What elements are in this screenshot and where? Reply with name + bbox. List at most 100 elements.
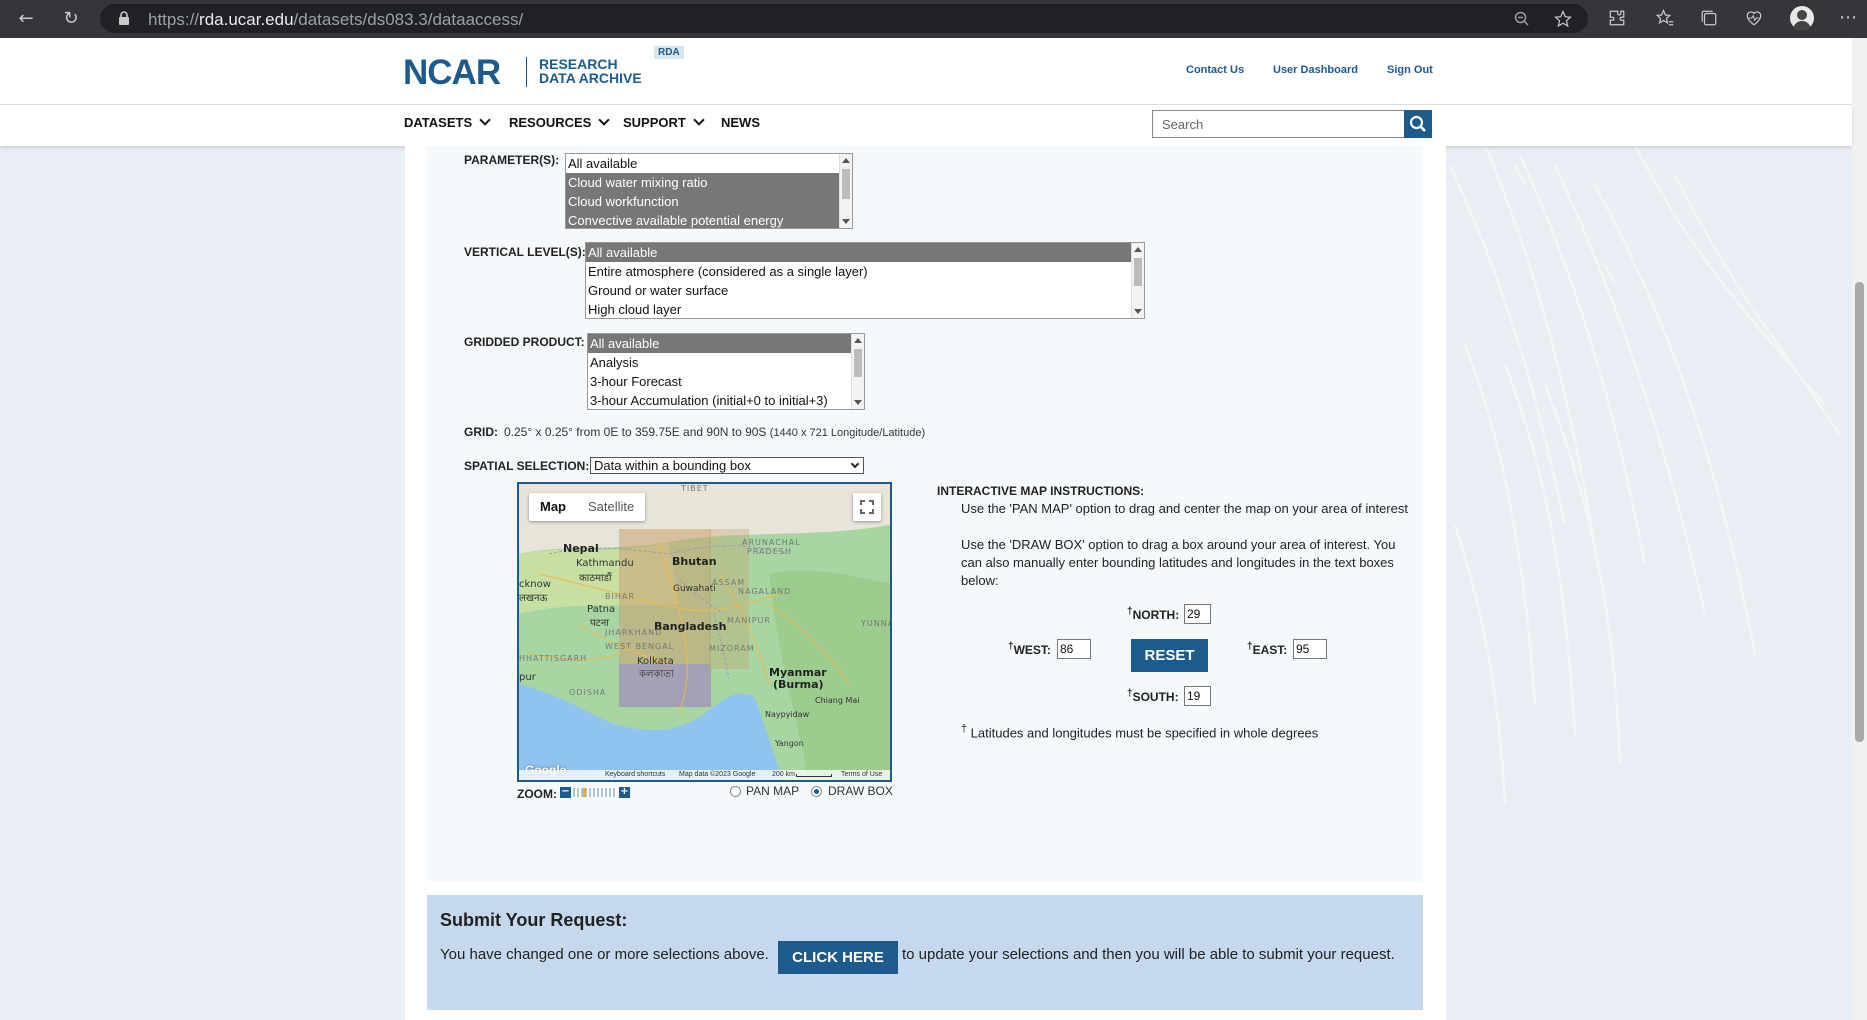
vertical-levels-listbox[interactable]: All available Entire atmosphere (conside…: [585, 242, 1145, 319]
zoom-out-icon[interactable]: [1514, 11, 1530, 27]
listbox-scrollbar[interactable]: [851, 334, 864, 409]
zoom-out-button[interactable]: −: [560, 787, 571, 798]
zoom-control[interactable]: − +: [560, 787, 630, 798]
parameter-option[interactable]: Convective available potential energy: [566, 211, 852, 228]
north-label-text: NORTH:: [1132, 608, 1180, 622]
back-icon[interactable]: ←: [14, 7, 38, 31]
grid-label: GRID:: [464, 425, 498, 439]
gridded-product-listbox[interactable]: All available Analysis 3-hour Forecast 3…: [587, 333, 865, 410]
map-data-attribution: Map data ©2023 Google: [679, 771, 756, 778]
listbox-scroll-thumb[interactable]: [842, 169, 850, 199]
draw-box-radio[interactable]: [811, 786, 822, 797]
pan-instructions: Use the 'PAN MAP' option to drag and cen…: [961, 501, 1408, 516]
parameter-option[interactable]: All available: [566, 154, 852, 173]
search-button[interactable]: [1404, 110, 1432, 138]
vertical-level-option[interactable]: Entire atmosphere (considered as a singl…: [586, 262, 1144, 281]
ncar-logo[interactable]: NCAR: [403, 53, 501, 93]
extensions-icon[interactable]: [1608, 9, 1626, 27]
south-input[interactable]: 19: [1184, 686, 1211, 706]
satellite-tab[interactable]: Satellite: [577, 493, 645, 521]
listbox-scroll-thumb[interactable]: [1134, 258, 1142, 286]
page-scrollbar[interactable]: [1852, 38, 1867, 1020]
west-input[interactable]: 86: [1057, 639, 1091, 659]
more-menu-icon[interactable]: ⋯: [1836, 6, 1860, 30]
spatial-selection-select[interactable]: Data within a bounding box: [590, 457, 864, 474]
reset-button[interactable]: RESET: [1131, 639, 1208, 672]
east-input[interactable]: 95: [1293, 639, 1327, 659]
vertical-level-option[interactable]: Ground or water surface: [586, 281, 1144, 300]
vertical-level-option[interactable]: High cloud layer: [586, 300, 1144, 318]
nav-support[interactable]: SUPPORT: [623, 114, 705, 130]
keyboard-shortcuts-link[interactable]: Keyboard shortcuts: [605, 771, 665, 778]
parameters-listbox[interactable]: All available Cloud water mixing ratio C…: [565, 153, 853, 229]
chevron-down-icon: [479, 114, 491, 126]
scroll-up-icon[interactable]: [842, 158, 850, 163]
gridded-product-option[interactable]: 3-hour Accumulation (initial+0 to initia…: [588, 391, 864, 409]
scroll-down-icon[interactable]: [842, 219, 850, 224]
chevron-down-icon: [850, 459, 860, 469]
interactive-map[interactable]: Map Satellite TIBET Nepal Kathmandu काठमा…: [517, 482, 892, 782]
star-icon[interactable]: [1554, 10, 1572, 28]
zoom-level-slider[interactable]: [573, 788, 617, 797]
map-label: Patna: [587, 604, 616, 615]
scroll-down-icon[interactable]: [854, 400, 862, 405]
user-dashboard-link[interactable]: User Dashboard: [1273, 64, 1358, 76]
page-scroll-thumb[interactable]: [1855, 282, 1864, 742]
map-label: WEST BENGAL: [605, 642, 675, 651]
map-label: MIZORAM: [709, 644, 755, 653]
gridded-product-option[interactable]: All available: [588, 334, 851, 353]
reload-icon[interactable]: ↻: [59, 7, 83, 31]
favorites-icon[interactable]: [1656, 9, 1674, 27]
gridded-product-option[interactable]: Analysis: [588, 353, 864, 372]
search-icon: [1409, 115, 1426, 132]
spatial-selection-value: Data within a bounding box: [594, 458, 751, 473]
health-icon[interactable]: [1745, 9, 1763, 27]
contact-us-link[interactable]: Contact Us: [1186, 64, 1244, 76]
map-label: JHARKHAND: [605, 628, 663, 637]
draw-box-label[interactable]: DRAW BOX: [828, 784, 893, 798]
logo-subtitle[interactable]: RESEARCH DATA ARCHIVE: [539, 57, 642, 85]
map-scale-bar: [796, 774, 832, 777]
parameter-option[interactable]: Cloud water mixing ratio: [566, 173, 852, 192]
scroll-up-icon[interactable]: [854, 338, 862, 343]
avatar-body: [1793, 21, 1811, 30]
collections-icon[interactable]: [1700, 9, 1718, 27]
chevron-down-icon: [598, 114, 611, 126]
listbox-scrollbar[interactable]: [839, 154, 852, 228]
south-label-text: SOUTH:: [1132, 690, 1179, 704]
map-label: Yangon: [775, 739, 804, 748]
map-scale: 200 km: [772, 771, 795, 778]
parameters-label: PARAMETER(S):: [464, 153, 560, 167]
east-label: †EAST:: [1247, 641, 1287, 657]
vertical-levels-label: VERTICAL LEVEL(S):: [464, 245, 586, 259]
fullscreen-button[interactable]: [853, 493, 881, 521]
parameter-option[interactable]: Cloud workfunction: [566, 192, 852, 211]
north-input[interactable]: 29: [1184, 604, 1211, 624]
sign-out-link[interactable]: Sign Out: [1387, 64, 1433, 76]
grid-text: 0.25° x 0.25° from 0E to 359.75E and 90N…: [504, 425, 767, 439]
listbox-scrollbar[interactable]: [1131, 243, 1144, 318]
address-bar[interactable]: https://rda.ucar.edu/datasets/ds083.3/da…: [100, 4, 1588, 33]
scroll-down-icon[interactable]: [1134, 309, 1142, 314]
listbox-scroll-thumb[interactable]: [854, 349, 862, 377]
click-here-button[interactable]: CLICK HERE: [778, 941, 898, 974]
gridded-product-option[interactable]: 3-hour Forecast: [588, 372, 864, 391]
avatar-head: [1797, 10, 1807, 20]
vertical-level-option[interactable]: All available: [586, 243, 1144, 262]
map-label: Kolkata: [637, 656, 674, 667]
search-input[interactable]: [1152, 110, 1405, 138]
map-tab[interactable]: Map: [529, 493, 577, 521]
terms-of-use-link[interactable]: Terms of Use: [841, 771, 882, 778]
profile-avatar[interactable]: [1790, 6, 1814, 30]
west-label: †WEST:: [1008, 641, 1051, 657]
site-header: [0, 38, 1852, 104]
pan-map-radio[interactable]: [730, 786, 741, 797]
logo-subtitle-line1: RESEARCH: [539, 56, 618, 72]
nav-news[interactable]: NEWS: [721, 115, 760, 130]
nav-datasets[interactable]: DATASETS: [404, 114, 491, 130]
pan-map-label[interactable]: PAN MAP: [746, 784, 799, 798]
map-label: TIBET: [681, 484, 709, 493]
nav-resources[interactable]: RESOURCES: [509, 114, 611, 130]
zoom-in-button[interactable]: +: [619, 787, 630, 798]
scroll-up-icon[interactable]: [1134, 247, 1142, 252]
